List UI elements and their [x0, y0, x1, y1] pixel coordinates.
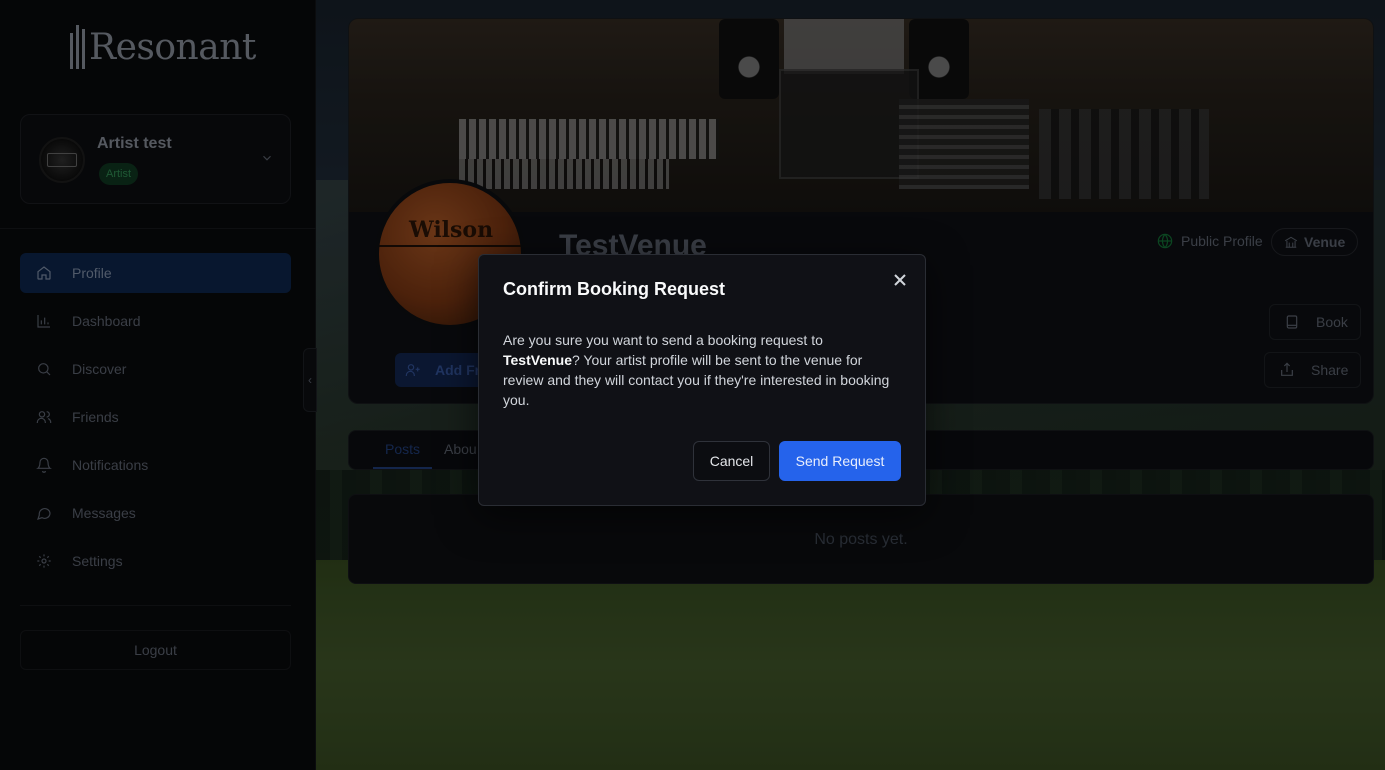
confirm-booking-dialog: Confirm Booking Request Are you sure you… [478, 254, 926, 506]
dialog-title: Confirm Booking Request [503, 279, 726, 299]
send-request-button[interactable]: Send Request [779, 441, 901, 481]
dialog-message: Are you sure you want to send a booking … [503, 330, 903, 410]
close-icon [894, 274, 906, 286]
dialog-venue-name: TestVenue [503, 352, 572, 368]
dialog-message-prefix: Are you sure you want to send a booking … [503, 332, 823, 348]
cancel-button[interactable]: Cancel [693, 441, 770, 481]
close-button[interactable] [891, 271, 909, 289]
